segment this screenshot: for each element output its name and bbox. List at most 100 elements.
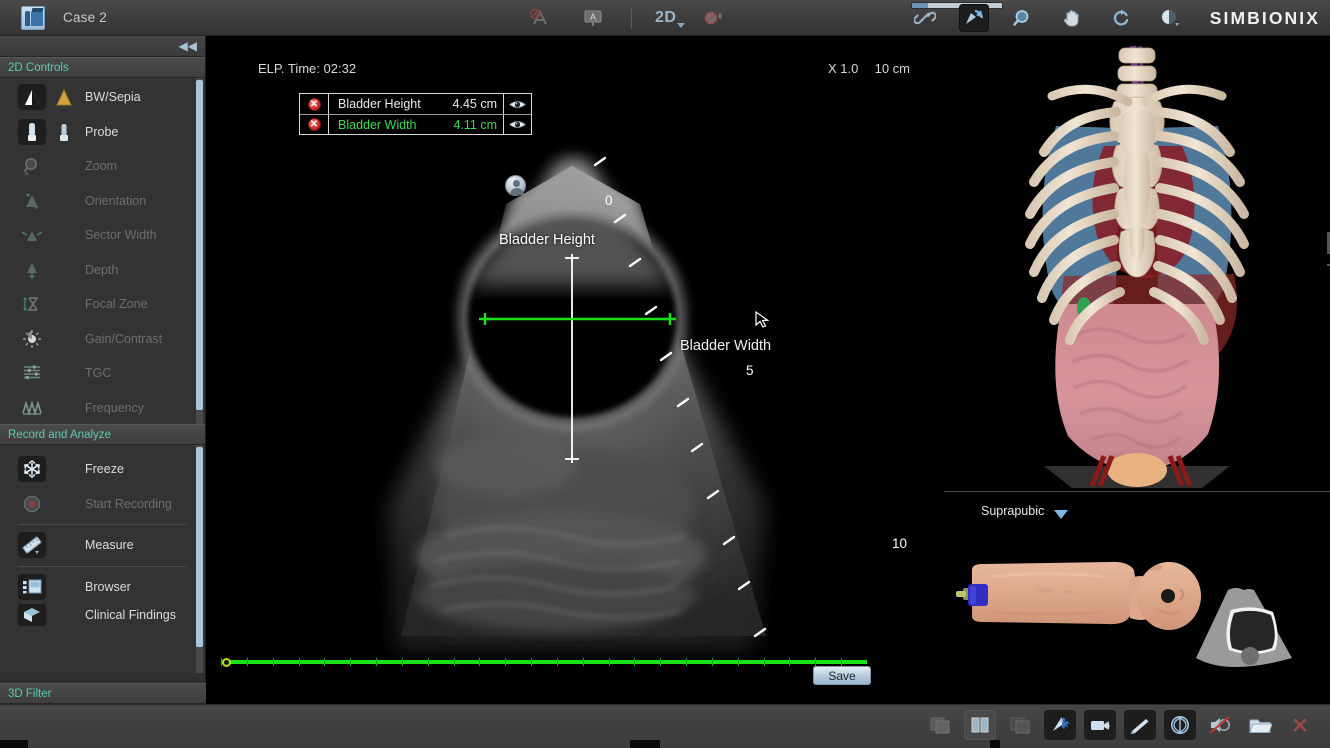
overlay-layout-icon[interactable] [1004,710,1036,740]
sidebar-item-label: Gain/Contrast [85,331,163,346]
depth-label: 10 cm [874,61,911,76]
patient-info-button[interactable] [505,175,526,196]
sidebar-item-label: Zoom [85,159,117,174]
sound-mute-icon[interactable] [1204,710,1236,740]
sidebar-item-label: Browser [85,579,131,594]
sidebar-item-label: Freeze [85,462,124,477]
toolbar-center-group: A 2D [525,0,729,36]
sidebar-item-clinical-findings[interactable]: Clinical Findings [0,604,205,626]
bottom-toolbar-icons [924,710,1316,740]
dual-layout-icon[interactable] [964,710,996,740]
top-toolbar: Case 2 A 2D SIMBIONIX [0,0,1330,36]
status-segment [660,740,990,748]
left-sidebar: ◀◀ 2D Controls BW/Sepia Probe Zoom Orien… [0,36,206,704]
mode-2d-icon[interactable]: 2D [655,9,686,28]
reset-view-icon[interactable] [1106,4,1136,32]
measure-ruler-icon [18,532,46,559]
probe-location-label: Suprapubic [981,504,1045,518]
sidebar-item-label: Sector Width [85,228,157,243]
timeline-ticks [221,658,867,666]
right-column: Suprapubic [944,36,1330,704]
zoom-factor-label: X 1.0 [828,61,859,76]
section-title: 2D Controls [8,61,69,74]
probe-select-icon[interactable] [1044,710,1076,740]
section-title: 3D Filter [8,687,52,700]
probe-variant-icon [51,119,77,145]
measure-tool-icon[interactable] [1124,710,1156,740]
chevron-down-icon[interactable] [1054,510,1068,519]
measurement-name: Bladder Width [338,117,417,132]
pan-hand-icon[interactable] [1057,4,1087,32]
depth-tick-0: 0 [605,193,613,208]
sidebar-item-zoom[interactable]: Zoom [0,149,205,184]
anatomy-brain-icon[interactable] [1164,710,1196,740]
playback-timeline[interactable] [215,656,870,670]
sidebar-item-label: Focal Zone [85,297,148,312]
sidebar-item-label: Depth [85,262,119,277]
magnifier-icon[interactable] [1008,4,1038,32]
open-folder-icon[interactable] [1244,710,1276,740]
sidebar-item-frequency[interactable]: Frequency [0,391,205,425]
sidebar-item-browser[interactable]: Browser [0,570,205,605]
sidebar-item-start-recording[interactable]: Start Recording [0,487,205,522]
measurement-value: 4.45 cm [442,94,504,114]
measurement-row[interactable]: ✕ Bladder Height 4.45 cm [300,94,531,114]
sidebar-item-bw-sepia[interactable]: BW/Sepia [0,80,205,115]
sidebar-item-label: BW/Sepia [85,90,141,105]
manikin-body [972,561,1201,630]
ultrasound-viewport[interactable]: ELP. Time: 02:32 X 1.0 10 cm ✕ Bladder H… [206,36,944,704]
caliper-label-bladder-width[interactable]: Bladder Width [680,338,771,354]
caliper-label-bladder-height[interactable]: Bladder Height [499,232,595,248]
annotation-text-icon[interactable]: A [578,4,608,32]
anatomy-3d-view[interactable] [944,36,1330,491]
remove-measurement-button[interactable]: ✕ [300,94,329,114]
sidebar-item-focal-zone[interactable]: Focal Zone [0,287,205,322]
sidebar-item-label: Clinical Findings [85,608,177,622]
status-segment [28,740,630,748]
sidebar-item-freeze[interactable]: Freeze [0,452,205,487]
manikin-and-thumbnail [944,492,1330,704]
sidebar-collapse-button[interactable]: ◀◀ [0,36,205,57]
timeline-handle[interactable] [222,658,231,667]
toggle-visibility-button[interactable] [504,94,531,114]
tgc-icon [18,360,46,386]
sidebar-item-sector-width[interactable]: Sector Width [0,218,205,253]
mouse-cursor-icon [755,310,770,328]
link-views-icon[interactable] [910,4,940,32]
section-body-record-and-analyze: Freeze Start Recording Measure Browser C… [0,445,205,673]
frequency-icon [18,395,46,421]
sidebar-item-probe[interactable]: Probe [0,115,205,150]
gain-contrast-icon [18,326,46,352]
section-header-2d-controls[interactable]: 2D Controls [0,57,205,78]
orientation-icon [18,188,46,214]
needle-guide-icon[interactable] [525,4,555,32]
mode-2d-label: 2D [655,9,677,26]
measurement-name: Bladder Height [338,97,421,111]
close-icon: ✕ [307,118,321,131]
sidebar-item-tgc[interactable]: TGC [0,356,205,391]
double-chevron-left-icon: ◀◀ [178,39,197,53]
single-layout-icon[interactable] [924,710,956,740]
manikin-panel[interactable]: Suprapubic [944,492,1330,704]
status-bar [0,740,1330,748]
section-header-record-and-analyze[interactable]: Record and Analyze [0,424,205,445]
record-dot-icon [18,491,46,517]
camera-icon[interactable] [1084,710,1116,740]
chevron-down-icon [677,23,686,28]
sidebar-item-gain-contrast[interactable]: Gain/Contrast [0,322,205,357]
toolbar-right-group: SIMBIONIX [910,0,1320,36]
color-doppler-off-icon[interactable] [699,4,729,32]
sidebar-item-label: TGC [85,366,112,381]
rotate-tool-icon[interactable] [958,4,989,32]
measurement-row[interactable]: ✕ Bladder Width 4.11 cm [300,114,531,134]
browser-icon [18,573,46,600]
close-x-icon[interactable] [1284,710,1316,740]
section-header-3d-filter[interactable]: 3D Filter [0,683,206,704]
sidebar-item-orientation[interactable]: Orientation [0,184,205,219]
contrast-icon[interactable] [1155,4,1185,32]
sidebar-item-depth[interactable]: Depth [0,253,205,288]
sidebar-item-measure[interactable]: Measure [0,528,205,563]
toggle-visibility-button[interactable] [504,115,531,134]
remove-measurement-button[interactable]: ✕ [300,115,329,134]
depth-icon [18,257,46,283]
